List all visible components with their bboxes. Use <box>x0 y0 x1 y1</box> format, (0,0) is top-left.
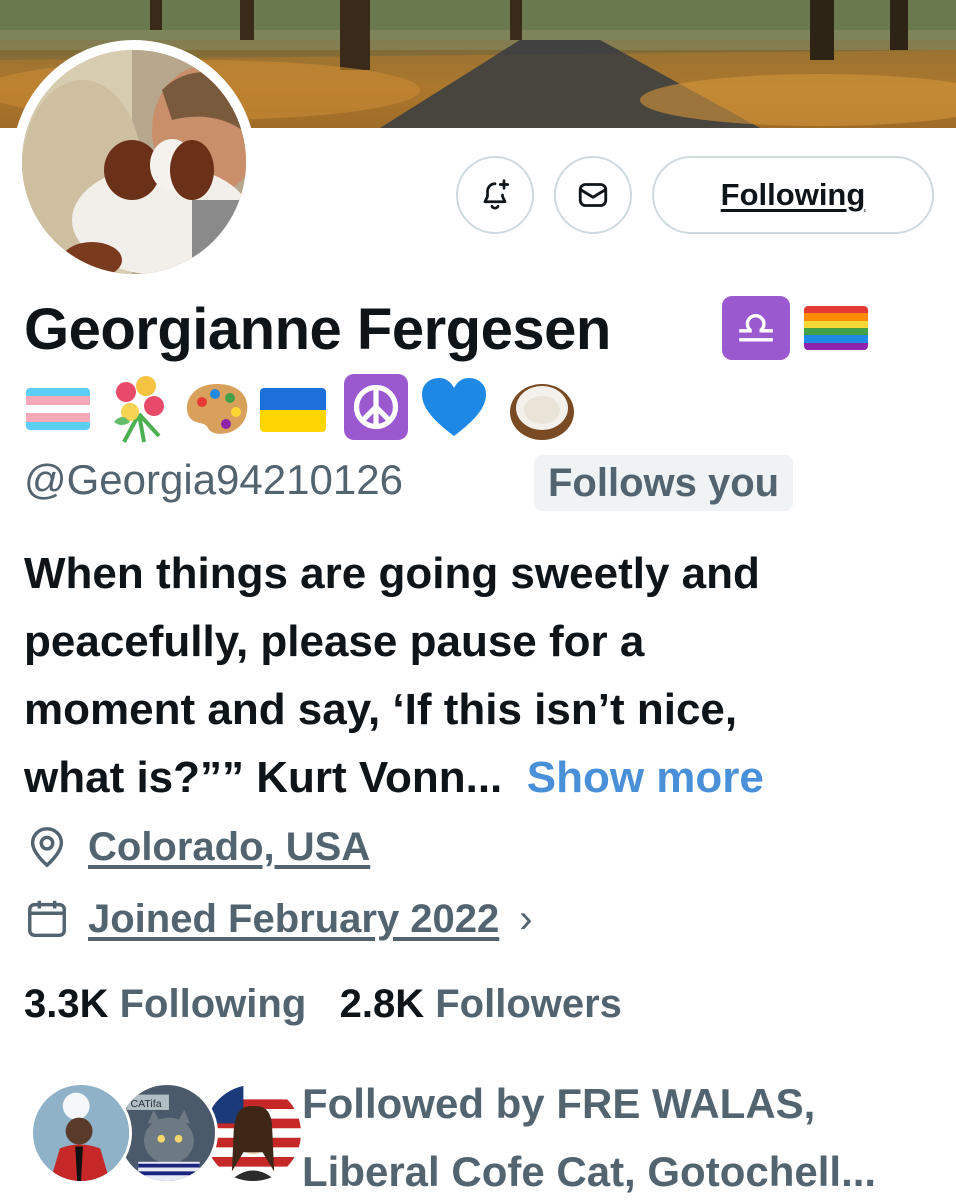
profile-bio: When things are going sweetly and peacef… <box>24 540 944 812</box>
catifa-text: CATifa <box>131 1098 162 1110</box>
bio-line: moment and say, ‘If this isn’t nice, <box>24 685 738 734</box>
notify-button[interactable] <box>456 156 534 234</box>
chevron-right-icon: › <box>519 896 533 941</box>
peace-symbol-icon <box>344 374 408 440</box>
followers-label: Followers <box>435 982 622 1026</box>
bouquet-icon <box>114 376 164 443</box>
user-handle: @Georgia94210126 <box>24 456 403 503</box>
transgender-flag-icon <box>26 388 90 430</box>
message-button[interactable] <box>554 156 632 234</box>
following-stat[interactable]: 3.3K Following <box>24 982 306 1026</box>
followers-count: 2.8K <box>339 982 425 1026</box>
artist-palette-icon <box>187 384 248 434</box>
followed-by-line: Followed by FRE WALAS, <box>302 1080 816 1127</box>
display-name: Georgianne Fergesen <box>24 297 611 362</box>
coconut-icon <box>510 384 574 440</box>
following-count: 3.3K <box>24 982 109 1026</box>
bio-line-last: what is?”” Kurt Vonn... Show more <box>24 744 944 812</box>
libra-icon: ♎ <box>722 296 790 360</box>
joined-date-link[interactable]: Joined February 2022 <box>88 897 499 942</box>
calendar-icon <box>28 900 66 938</box>
followed-by-text[interactable]: Followed by FRE WALAS, Liberal Cofe Cat,… <box>302 1070 952 1200</box>
follower-avatar <box>30 1082 132 1184</box>
following-button[interactable]: Following <box>652 156 934 234</box>
following-label: Following <box>119 982 307 1026</box>
followed-by-avatars[interactable]: CATifa <box>30 1082 304 1186</box>
location-row: Colorado, USA <box>24 824 370 870</box>
avatar-photo <box>22 50 246 274</box>
location-pin-icon <box>30 827 64 868</box>
show-more-link[interactable]: Show more <box>527 753 764 802</box>
joined-row[interactable]: Joined February 2022 › <box>24 896 533 942</box>
location-link[interactable]: Colorado, USA <box>88 825 370 870</box>
profile-avatar[interactable] <box>12 40 256 284</box>
followed-by-line: Liberal Cofe Cat, Gotochell... <box>302 1148 877 1195</box>
bio-line: When things are going sweetly and <box>24 549 760 598</box>
follow-stats: 3.3K Following 2.8K Followers <box>24 982 622 1027</box>
avatar-image <box>22 50 246 274</box>
bell-plus-icon <box>483 179 510 210</box>
name-emoji-row <box>26 374 586 444</box>
bio-line-text: what is?”” Kurt Vonn... <box>24 753 503 802</box>
rainbow-flag-icon <box>804 306 868 350</box>
envelope-icon <box>578 183 608 207</box>
blue-heart-icon <box>422 378 486 436</box>
ukraine-flag-icon <box>260 388 326 432</box>
bio-line: peacefully, please pause for a <box>24 617 645 666</box>
followers-stat[interactable]: 2.8K Followers <box>340 982 622 1026</box>
follows-you-badge: Follows you <box>534 455 794 511</box>
